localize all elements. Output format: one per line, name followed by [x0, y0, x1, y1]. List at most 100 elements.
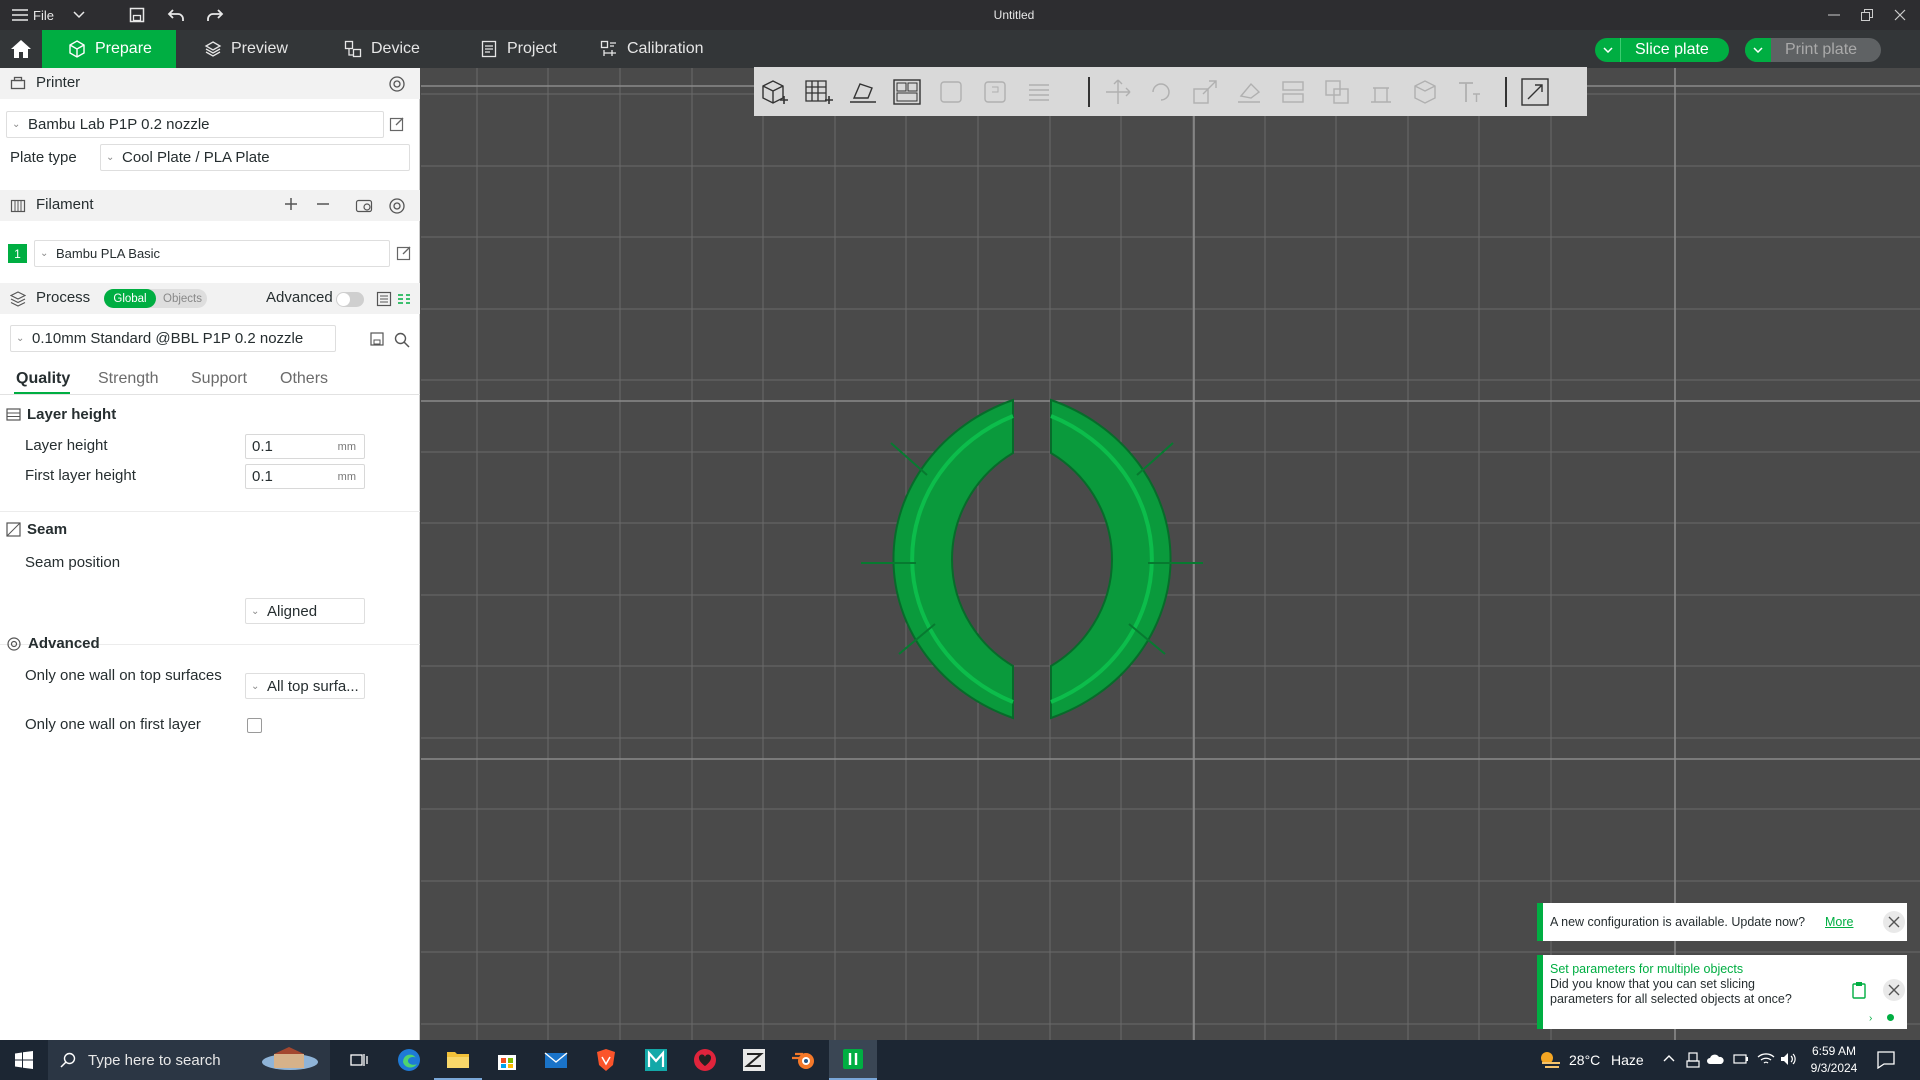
global-option[interactable]: Global — [104, 289, 156, 308]
chevron-down-icon[interactable] — [68, 0, 90, 30]
clipboard-icon[interactable] — [1851, 981, 1867, 999]
windows-start-icon[interactable] — [0, 1040, 48, 1080]
undo-icon[interactable] — [164, 0, 188, 30]
auto-orient-icon[interactable] — [846, 75, 880, 109]
edit-icon[interactable] — [396, 245, 412, 261]
compare-icon[interactable] — [396, 291, 412, 307]
bambu-studio-icon[interactable] — [829, 1040, 877, 1080]
task-view-icon[interactable] — [335, 1040, 383, 1080]
tab-calibration[interactable]: Calibration — [586, 30, 726, 68]
minimize-icon[interactable] — [1822, 0, 1846, 30]
one-wall-first-layer-checkbox[interactable] — [247, 718, 262, 733]
weather-condition[interactable]: Haze — [1611, 1052, 1644, 1068]
add-plate-icon[interactable] — [802, 75, 836, 109]
maya-icon[interactable] — [632, 1040, 680, 1080]
onedrive-icon[interactable] — [1706, 1052, 1724, 1066]
scale-icon[interactable] — [1188, 75, 1222, 109]
close-window-icon[interactable] — [1888, 0, 1912, 30]
printer-select[interactable]: ⌄ Bambu Lab P1P 0.2 nozzle — [6, 111, 384, 138]
layer-height-input[interactable]: 0.1 mm — [245, 434, 365, 459]
save-preset-icon[interactable] — [370, 332, 384, 346]
tab-device[interactable]: Device — [330, 30, 450, 68]
assembly-view-icon[interactable] — [1518, 75, 1552, 109]
tab-support[interactable]: Support — [191, 370, 247, 388]
volume-icon[interactable] — [1780, 1052, 1798, 1066]
cut-icon[interactable] — [1276, 75, 1310, 109]
tab-preview[interactable]: Preview — [190, 30, 320, 68]
redo-icon[interactable] — [203, 0, 227, 30]
weather-temp[interactable]: 28°C — [1569, 1052, 1600, 1068]
taskbar-search-box[interactable]: Type here to search — [48, 1040, 330, 1080]
ring-half-left[interactable] — [861, 398, 1014, 720]
weather-icon[interactable] — [1538, 1050, 1562, 1070]
split-parts-icon[interactable] — [978, 75, 1012, 109]
filament-sync-icon[interactable] — [355, 197, 373, 215]
heart-app-icon[interactable] — [681, 1040, 729, 1080]
restore-icon[interactable] — [1855, 0, 1879, 30]
clock-time[interactable]: 6:59 AM — [1808, 1044, 1860, 1058]
usb-icon[interactable] — [1686, 1052, 1700, 1068]
seam-position-select[interactable]: ⌄ Aligned — [245, 598, 365, 624]
split-objects-icon[interactable] — [934, 75, 968, 109]
support-paint-icon[interactable] — [1364, 75, 1398, 109]
print-plate-button[interactable]: Print plate — [1745, 38, 1881, 62]
3d-viewport[interactable] — [421, 68, 1920, 1040]
search-icon[interactable] — [394, 332, 410, 348]
one-wall-top-select[interactable]: ⌄ All top surfa... — [245, 673, 365, 699]
notification-center-icon[interactable] — [1877, 1051, 1895, 1069]
save-icon[interactable] — [125, 0, 149, 30]
chevron-down-icon[interactable] — [1595, 38, 1621, 62]
global-objects-toggle[interactable]: Global Objects — [104, 289, 207, 308]
mail-icon[interactable] — [532, 1040, 580, 1080]
objects-option[interactable]: Objects — [158, 289, 207, 308]
layers-editing-icon[interactable] — [1022, 75, 1056, 109]
tab-others[interactable]: Others — [280, 370, 328, 388]
microsoft-store-icon[interactable] — [483, 1040, 531, 1080]
boolean-icon[interactable] — [1320, 75, 1354, 109]
ring-half-right[interactable] — [1050, 398, 1203, 720]
close-icon[interactable] — [1883, 979, 1905, 1001]
add-object-icon[interactable] — [758, 75, 792, 109]
arrange-icon[interactable] — [890, 75, 924, 109]
brave-icon[interactable] — [582, 1040, 630, 1080]
battery-icon[interactable] — [1733, 1053, 1749, 1065]
chevron-up-icon[interactable] — [1663, 1054, 1675, 1062]
next-tip-icon[interactable]: › — [1869, 1013, 1872, 1024]
lay-on-face-icon[interactable] — [1232, 75, 1266, 109]
tab-quality[interactable]: Quality — [16, 370, 70, 388]
home-button[interactable] — [0, 30, 42, 68]
chevron-down-icon[interactable] — [1745, 38, 1771, 62]
advanced-toggle[interactable] — [336, 292, 364, 307]
edit-icon[interactable] — [389, 116, 405, 132]
gear-icon[interactable] — [388, 197, 406, 215]
move-icon[interactable] — [1101, 75, 1135, 109]
rotate-icon[interactable] — [1144, 75, 1178, 109]
clock-date[interactable]: 9/3/2024 — [1808, 1061, 1860, 1075]
remove-filament-icon[interactable] — [316, 197, 330, 211]
filament-select[interactable]: ⌄ Bambu PLA Basic — [34, 240, 390, 267]
edge-icon[interactable] — [385, 1040, 433, 1080]
device-icon — [344, 40, 362, 58]
file-menu[interactable]: File — [8, 0, 58, 30]
tab-prepare[interactable]: Prepare — [42, 30, 176, 68]
model-3d-ring[interactable] — [421, 68, 1920, 1040]
first-layer-height-input[interactable]: 0.1 mm — [245, 464, 365, 489]
zbrush-icon[interactable] — [730, 1040, 778, 1080]
tip-dot-icon — [1887, 1014, 1894, 1021]
close-icon[interactable] — [1883, 911, 1905, 933]
text-tool-icon[interactable] — [1452, 75, 1486, 109]
wifi-icon[interactable] — [1757, 1052, 1775, 1066]
blender-icon[interactable] — [780, 1040, 828, 1080]
list-view-icon[interactable] — [376, 291, 392, 307]
seam-paint-icon[interactable] — [1408, 75, 1442, 109]
gear-icon[interactable] — [388, 75, 406, 93]
filament-slot-badge[interactable]: 1 — [8, 244, 27, 263]
tab-project[interactable]: Project — [466, 30, 596, 68]
add-filament-icon[interactable] — [284, 197, 298, 211]
process-preset-select[interactable]: ⌄ 0.10mm Standard @BBL P1P 0.2 nozzle — [10, 325, 336, 352]
more-link[interactable]: More — [1825, 915, 1853, 929]
file-explorer-icon[interactable] — [434, 1040, 482, 1080]
tab-strength[interactable]: Strength — [98, 370, 158, 388]
slice-plate-button[interactable]: Slice plate — [1595, 38, 1729, 62]
plate-type-select[interactable]: ⌄ Cool Plate / PLA Plate — [100, 144, 410, 171]
